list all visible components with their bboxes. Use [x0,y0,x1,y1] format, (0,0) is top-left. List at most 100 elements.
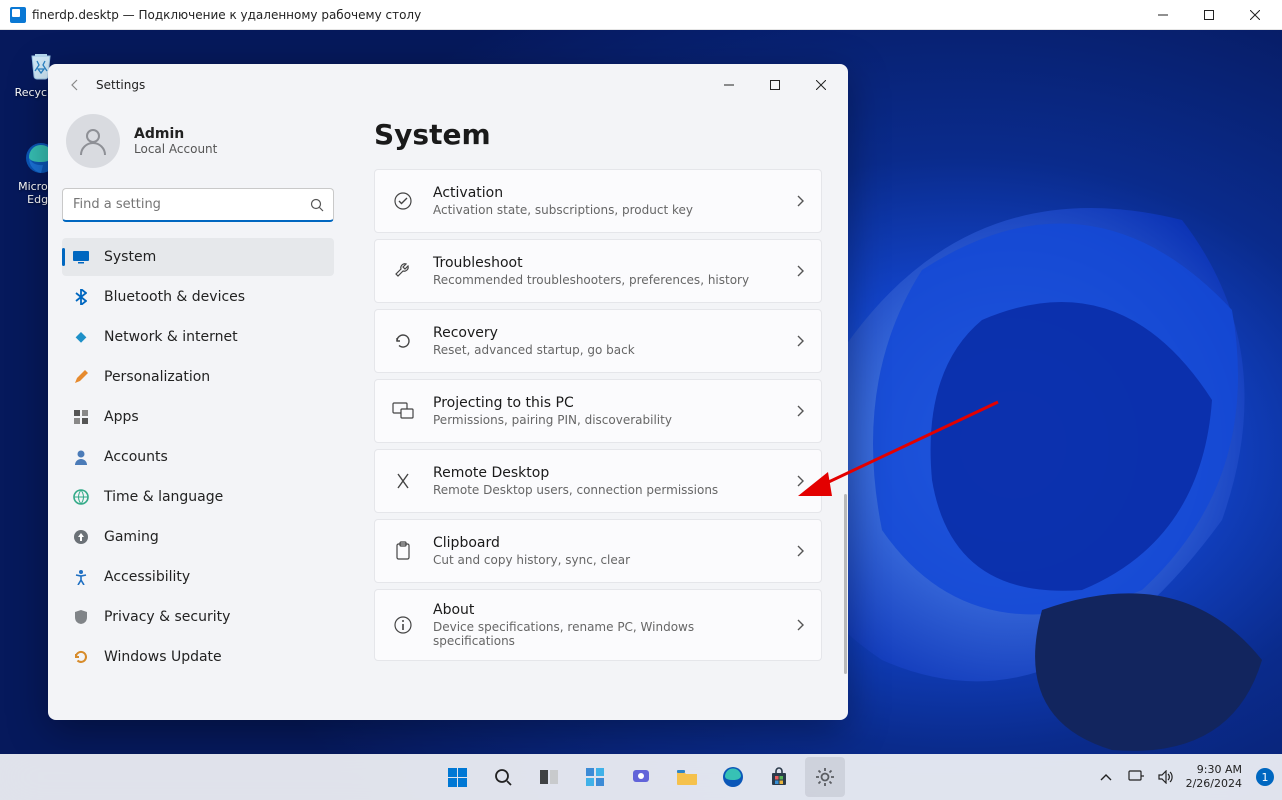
nav-windows-update[interactable]: Windows Update [62,638,334,676]
back-button[interactable] [60,70,90,100]
tile-sub: Permissions, pairing PIN, discoverabilit… [433,413,777,427]
rdp-titlebar[interactable]: finerdp.desktp — Подключение к удаленном… [0,0,1282,30]
nav-network[interactable]: ◆ Network & internet [62,318,334,356]
chevron-right-icon [795,334,805,348]
rdp-minimize-button[interactable] [1140,0,1186,30]
projecting-icon [391,402,415,420]
nav-label: Privacy & security [104,609,230,625]
edge-taskbar-button[interactable] [713,757,753,797]
task-view-button[interactable] [529,757,569,797]
settings-titlebar[interactable]: Settings [48,64,848,106]
tile-activation[interactable]: Activation Activation state, subscription… [374,169,822,233]
rdp-maximize-button[interactable] [1186,0,1232,30]
rdp-close-button[interactable] [1232,0,1278,30]
rdp-app-icon [10,7,26,23]
gaming-icon [72,528,90,546]
accessibility-icon [72,568,90,586]
store-button[interactable] [759,757,799,797]
tile-projecting[interactable]: Projecting to this PC Permissions, pairin… [374,379,822,443]
chevron-right-icon [795,474,805,488]
nav-accounts[interactable]: Accounts [62,438,334,476]
account-block[interactable]: Admin Local Account [62,106,334,182]
sidebar: Admin Local Account System [48,106,348,720]
page-title: System [374,118,822,151]
tile-recovery[interactable]: RecoveryReset, advanced startup, go back [374,309,822,373]
nav-apps[interactable]: Apps [62,398,334,436]
nav-privacy[interactable]: Privacy & security [62,598,334,636]
bluetooth-icon [72,288,90,306]
remote-desktop-icon [391,471,415,491]
tile-title: Projecting to this PC [433,395,777,411]
info-icon [391,615,415,635]
wifi-icon: ◆ [72,328,90,346]
nav: System Bluetooth & devices ◆ Network & i… [62,238,334,676]
nav-label: Accessibility [104,569,190,585]
avatar [66,114,120,168]
widgets-button[interactable] [575,757,615,797]
update-icon [72,648,90,666]
tile-title: Recovery [433,325,777,341]
nav-label: Personalization [104,369,210,385]
shield-icon [72,608,90,626]
nav-bluetooth[interactable]: Bluetooth & devices [62,278,334,316]
rdp-window: finerdp.desktp — Подключение к удаленном… [0,0,1282,800]
wrench-icon [391,261,415,281]
tile-title: Clipboard [433,535,777,551]
check-circle-icon [391,191,415,211]
tile-troubleshoot[interactable]: TroubleshootRecommended troubleshooters,… [374,239,822,303]
tile-title: Activation [433,185,777,201]
chevron-right-icon [795,618,805,632]
desktop[interactable]: Recycle... Micros... Edge Settings [0,30,1282,800]
settings-app-title: Settings [96,78,145,92]
nav-gaming[interactable]: Gaming [62,518,334,556]
search-icon [310,198,324,212]
scrollbar[interactable] [844,494,847,714]
search-input[interactable] [62,188,334,222]
settings-window: Settings Admin Local Account [48,64,848,720]
settings-close-button[interactable] [798,69,844,101]
clock[interactable]: 9:30 AM 2/26/2024 [1186,763,1242,791]
nav-time[interactable]: Time & language [62,478,334,516]
chevron-right-icon [795,544,805,558]
settings-taskbar-button[interactable] [805,757,845,797]
taskbar-search-button[interactable] [483,757,523,797]
system-icon [72,248,90,266]
nav-label: Time & language [104,489,223,505]
start-button[interactable] [437,757,477,797]
chevron-right-icon [795,404,805,418]
tile-sub: Activation state, subscriptions, product… [433,203,777,217]
search-box[interactable] [62,188,334,222]
volume-icon[interactable] [1156,767,1176,787]
nav-label: System [104,249,156,265]
tile-sub: Recommended troubleshooters, preferences… [433,273,777,287]
network-icon[interactable] [1126,767,1146,787]
nav-personalization[interactable]: Personalization [62,358,334,396]
nav-accessibility[interactable]: Accessibility [62,558,334,596]
brush-icon [72,368,90,386]
tile-clipboard[interactable]: ClipboardCut and copy history, sync, cle… [374,519,822,583]
nav-label: Bluetooth & devices [104,289,245,305]
taskbar[interactable]: 9:30 AM 2/26/2024 1 [0,754,1282,800]
system-tray[interactable]: 9:30 AM 2/26/2024 1 [1096,763,1274,791]
account-sub: Local Account [134,142,217,156]
settings-maximize-button[interactable] [752,69,798,101]
nav-label: Apps [104,409,139,425]
chevron-right-icon [795,194,805,208]
tile-remote-desktop[interactable]: Remote DesktopRemote Desktop users, conn… [374,449,822,513]
tray-date: 2/26/2024 [1186,777,1242,791]
tile-sub: Device specifications, rename PC, Window… [433,620,777,648]
rdp-title: finerdp.desktp — Подключение к удаленном… [32,8,421,22]
tile-title: Remote Desktop [433,465,777,481]
tray-time: 9:30 AM [1186,763,1242,777]
chat-button[interactable] [621,757,661,797]
nav-label: Gaming [104,529,159,545]
notification-badge[interactable]: 1 [1256,768,1274,786]
content-area[interactable]: System Activation Activation state, subsc… [348,106,848,720]
tile-about[interactable]: AboutDevice specifications, rename PC, W… [374,589,822,661]
account-name: Admin [134,126,217,142]
recovery-icon [391,331,415,351]
settings-minimize-button[interactable] [706,69,752,101]
tray-chevron-up-icon[interactable] [1096,767,1116,787]
nav-system[interactable]: System [62,238,334,276]
file-explorer-button[interactable] [667,757,707,797]
